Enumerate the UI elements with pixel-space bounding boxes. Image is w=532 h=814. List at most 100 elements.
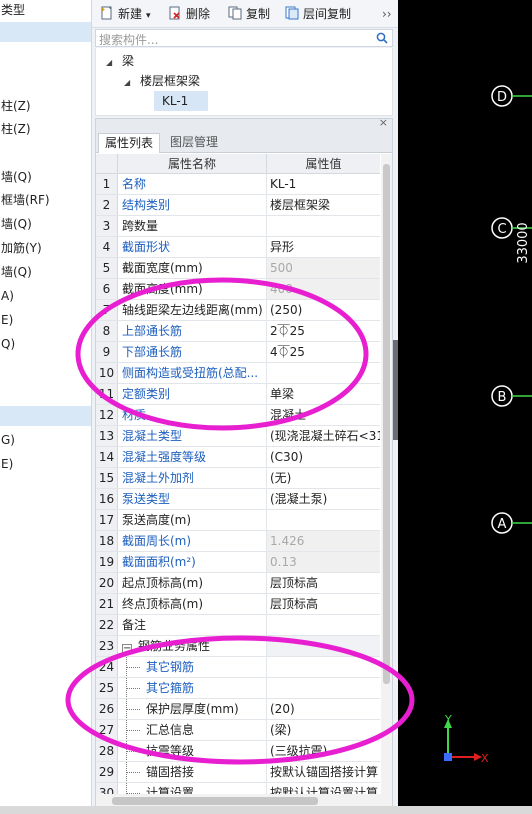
tree-line <box>126 667 140 668</box>
property-value[interactable] <box>267 216 380 236</box>
floor-copy-button[interactable]: 层间复制 <box>285 4 351 24</box>
property-value[interactable]: 500 <box>267 258 380 278</box>
property-value[interactable]: KL-1 <box>267 174 380 194</box>
property-row[interactable]: 11 定额类别 单梁 <box>96 384 380 405</box>
left-tree-item[interactable]: 框墙(RF) <box>0 190 91 210</box>
property-value[interactable]: 按默认计算设置计算 <box>267 783 380 794</box>
property-value[interactable]: 1.426 <box>267 531 380 551</box>
property-value[interactable] <box>267 678 380 698</box>
left-tree-item[interactable]: 柱(Z) <box>0 119 91 139</box>
property-row[interactable]: 16 泵送类型 (混凝土泵) <box>96 489 380 510</box>
property-row[interactable]: 19 截面面积(m²) 0.13 <box>96 552 380 573</box>
property-row[interactable]: 27 汇总信息 (梁) <box>96 720 380 741</box>
property-row[interactable]: 28 抗震等级 (三级抗震) <box>96 741 380 762</box>
drawing-canvas[interactable]: D C B A 33000 Y X <box>398 0 532 814</box>
property-row[interactable]: 30 计算设置 按默认计算设置计算 <box>96 783 380 794</box>
left-tree-item[interactable]: 墙(Q) <box>0 167 91 187</box>
property-row[interactable]: 21 终点顶标高(m) 层顶标高 <box>96 594 380 615</box>
property-value[interactable]: (梁) <box>267 720 380 740</box>
left-tree-item[interactable] <box>0 22 91 42</box>
property-row[interactable]: 23− 钢筋业务属性 <box>96 636 380 657</box>
property-row[interactable]: 18 截面周长(m) 1.426 <box>96 531 380 552</box>
property-value[interactable]: 按默认锚固搭接计算 <box>267 762 380 782</box>
property-row[interactable]: 25 其它箍筋 <box>96 678 380 699</box>
property-row[interactable]: 3 跨数量 <box>96 216 380 237</box>
left-tree-item[interactable]: 墙(Q) <box>0 262 91 282</box>
axis-bubble[interactable]: D <box>491 85 532 107</box>
property-row[interactable]: 22 备注 <box>96 615 380 636</box>
horizontal-scroll-thumb[interactable] <box>112 797 318 805</box>
property-row[interactable]: 4 截面形状 异形 <box>96 237 380 258</box>
property-value[interactable]: (现浇混凝土碎石<31 <box>267 426 380 446</box>
property-row[interactable]: 10 侧面构造或受扭筋(总配... <box>96 363 380 384</box>
delete-button[interactable]: 删除 <box>168 4 210 24</box>
property-row[interactable]: 15 混凝土外加剂 (无) <box>96 468 380 489</box>
property-value[interactable] <box>267 363 380 383</box>
property-row-index: 8 <box>96 321 118 341</box>
left-tree-item[interactable]: G) <box>0 430 91 450</box>
tab-layer-manager[interactable]: 图层管理 <box>164 133 224 153</box>
left-tree-item[interactable]: 墙(Q) <box>0 214 91 234</box>
property-value[interactable]: 0.13 <box>267 552 380 572</box>
toolbar-more-button[interactable]: ›› <box>382 4 392 24</box>
property-value[interactable]: 混凝土 <box>267 405 380 425</box>
left-tree-item[interactable]: A) <box>0 286 91 306</box>
tab-property-list[interactable]: 属性列表 <box>98 133 161 153</box>
left-tree-item[interactable]: E) <box>0 310 91 330</box>
property-value[interactable]: 400 <box>267 279 380 299</box>
property-value[interactable]: 异形 <box>267 237 380 257</box>
property-value[interactable]: 2⏁25 <box>267 321 380 341</box>
property-row[interactable]: 20 起点顶标高(m) 层顶标高 <box>96 573 380 594</box>
property-row[interactable]: 8 上部通长筋 2⏁25 <box>96 321 380 342</box>
property-row[interactable]: 7 轴线距梁左边线距离(mm) (250) <box>96 300 380 321</box>
vertical-scroll-thumb[interactable] <box>383 164 390 684</box>
property-row[interactable]: 13 混凝土类型 (现浇混凝土碎石<31 <box>96 426 380 447</box>
property-value[interactable]: (250) <box>267 300 380 320</box>
property-value[interactable] <box>267 510 380 530</box>
property-value[interactable]: (20) <box>267 699 380 719</box>
tree-node-kl1[interactable]: KL-1 <box>154 91 208 111</box>
property-value[interactable]: 楼层框架梁 <box>267 195 380 215</box>
tree-node-frame-beam[interactable]: ◢ 楼层框架梁 <box>124 72 200 89</box>
property-value[interactable] <box>267 636 380 656</box>
property-row[interactable]: 14 混凝土强度等级 (C30) <box>96 447 380 468</box>
property-row[interactable]: 12 材质 混凝土 <box>96 405 380 426</box>
property-value[interactable]: 单梁 <box>267 384 380 404</box>
property-row[interactable]: 17 泵送高度(m) <box>96 510 380 531</box>
property-value[interactable]: 4⏁25 <box>267 342 380 362</box>
property-name-label: 结构类别 <box>122 198 171 212</box>
search-icon[interactable] <box>376 32 388 44</box>
property-value[interactable]: 层顶标高 <box>267 594 380 614</box>
property-value[interactable]: (混凝土泵) <box>267 489 380 509</box>
property-row[interactable]: 24 其它钢筋 <box>96 657 380 678</box>
property-value[interactable]: (三级抗震) <box>267 741 380 761</box>
property-value[interactable] <box>267 657 380 677</box>
property-row[interactable]: 26 保护层厚度(mm) (20) <box>96 699 380 720</box>
collapse-icon[interactable]: − <box>122 644 132 654</box>
left-tree-item[interactable]: 柱(Z) <box>0 96 91 116</box>
left-tree-item[interactable]: 加筋(Y) <box>0 238 91 258</box>
property-value[interactable]: 层顶标高 <box>267 573 380 593</box>
left-tree-item[interactable]: 类型 <box>0 0 91 20</box>
property-row[interactable]: 9 下部通长筋 4⏁25 <box>96 342 380 363</box>
property-row[interactable]: 1 名称 KL-1 <box>96 174 380 195</box>
axis-bubble[interactable]: A <box>491 512 532 534</box>
copy-button[interactable]: 复制 <box>228 4 270 24</box>
property-value[interactable] <box>267 615 380 635</box>
property-row[interactable]: 6 截面高度(mm) 400 <box>96 279 380 300</box>
component-search-input[interactable]: 搜索构件... <box>95 29 393 47</box>
left-tree-item[interactable] <box>0 406 91 426</box>
axis-bubble[interactable]: B <box>491 385 532 407</box>
property-row[interactable]: 29 锚固搭接 按默认锚固搭接计算 <box>96 762 380 783</box>
property-row[interactable]: 5 截面宽度(mm) 500 <box>96 258 380 279</box>
property-value[interactable]: (无) <box>267 468 380 488</box>
left-tree-item[interactable]: Q) <box>0 334 91 354</box>
close-icon[interactable]: × <box>379 116 388 129</box>
new-button[interactable]: ✦ 新建 ▾ <box>100 4 151 24</box>
left-tree-item[interactable]: E) <box>0 454 91 474</box>
vertical-scrollbar[interactable] <box>381 154 392 794</box>
tree-node-beam[interactable]: ◢ 梁 <box>106 52 134 69</box>
property-name-label: 混凝土类型 <box>122 429 183 443</box>
property-value[interactable]: (C30) <box>267 447 380 467</box>
property-row[interactable]: 2 结构类别 楼层框架梁 <box>96 195 380 216</box>
